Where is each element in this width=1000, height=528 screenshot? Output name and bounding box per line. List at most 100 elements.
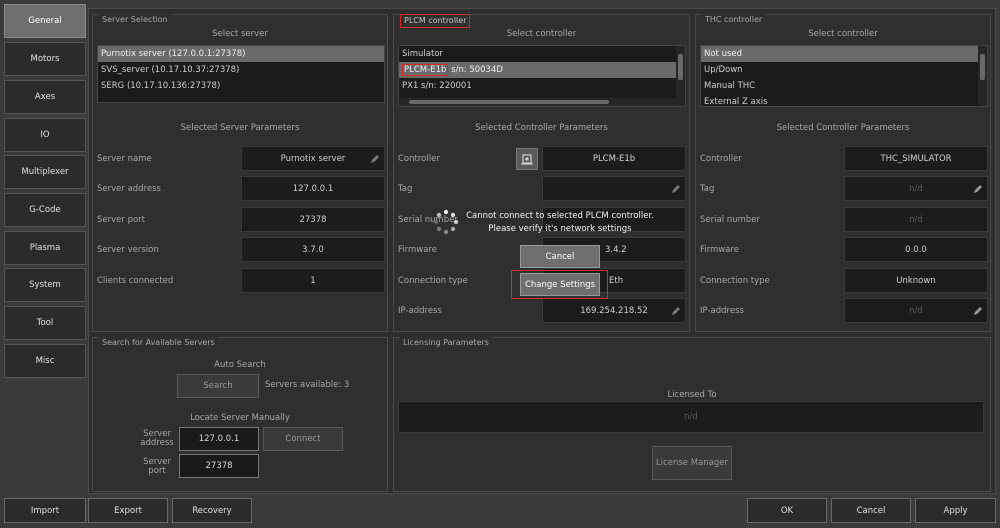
server-name-field[interactable]: Purnotix server (241, 146, 385, 171)
list-item[interactable]: Purnotix server (127.0.0.1:27378) (98, 46, 384, 62)
param-label: Connection type (398, 276, 468, 286)
list-item[interactable]: SVS_server (10.17.10.37:27378) (98, 62, 384, 78)
license-manager-button[interactable]: License Manager (652, 446, 732, 480)
search-servers-panel: Search for Available Servers Auto Search… (92, 337, 388, 492)
server-port-field: 27378 (241, 207, 385, 232)
sidebar-item-motors[interactable]: Motors (4, 42, 86, 76)
panel-title: THC controller (702, 14, 766, 26)
connect-button[interactable]: Connect (263, 427, 343, 451)
sidebar-item-misc[interactable]: Misc (4, 344, 86, 378)
scrollbar-thumb[interactable] (980, 54, 985, 80)
sidebar-item-io[interactable]: IO (4, 118, 86, 152)
list-item[interactable]: External Z axis (701, 94, 987, 106)
scrollbar-thumb[interactable] (409, 100, 609, 104)
dialog-message-line2: Please verify it's network settings (488, 224, 632, 234)
field-value: Eth (609, 275, 624, 286)
sidebar-item-system[interactable]: System (4, 268, 86, 302)
thc-controller-list[interactable]: Not used Up/Down Manual THC External Z a… (700, 45, 988, 107)
server-name-row: Server name Purnotix server (93, 146, 387, 172)
thc-params-title: Selected Controller Parameters (776, 123, 910, 133)
sidebar-item-tool[interactable]: Tool (4, 306, 86, 340)
change-settings-button[interactable]: Change Settings (520, 273, 600, 296)
export-button[interactable]: Export (88, 498, 168, 523)
chip-icon (521, 154, 533, 165)
param-label: Server port (97, 215, 145, 225)
field-value: 1 (310, 275, 316, 286)
tag-field[interactable] (542, 176, 686, 201)
sidebar-item-axes[interactable]: Axes (4, 80, 86, 114)
import-button[interactable]: Import (4, 498, 86, 523)
field-value: Purnotix server (280, 153, 346, 164)
server-port-input[interactable]: 27378 (179, 454, 259, 478)
server-address-field: 127.0.0.1 (241, 176, 385, 201)
field-value: n/d (909, 183, 923, 194)
recovery-button[interactable]: Recovery (172, 498, 252, 523)
pencil-icon[interactable] (671, 306, 681, 316)
server-address-label: Server address (140, 429, 174, 448)
settings-window: General Motors Axes IO Multiplexer G-Cod… (0, 0, 1000, 528)
scrollbar-thumb[interactable] (678, 54, 683, 80)
thc-tag-field[interactable]: n/d (844, 176, 988, 201)
field-value: Unknown (896, 275, 936, 286)
param-label: IP-address (700, 306, 744, 316)
param-label: Firmware (700, 245, 739, 255)
apply-button[interactable]: Apply (915, 498, 996, 523)
param-label: Serial number (700, 215, 760, 225)
panel-title: Licensing Parameters (400, 337, 492, 349)
pencil-icon[interactable] (671, 184, 681, 194)
controller-config-button[interactable] (516, 148, 538, 170)
list-item[interactable]: SERG (10.17.10.136:27378) (98, 78, 384, 94)
controller-row: Controller PLCM-E1b (394, 146, 689, 172)
vertical-scrollbar[interactable] (676, 46, 685, 106)
sidebar-item-label: Axes (34, 92, 56, 102)
list-item[interactable]: Up/Down (701, 62, 987, 78)
list-item-plcm[interactable]: PLCM-E1b s/n: 50034D (399, 62, 685, 78)
thc-firmware-row: Firmware 0.0.0 (696, 237, 990, 263)
controller-params-title: Selected Controller Parameters (475, 123, 608, 133)
list-item[interactable]: Not used (701, 46, 987, 62)
sidebar-item-multiplexer[interactable]: Multiplexer (4, 155, 86, 189)
param-label: Tag (700, 184, 715, 194)
sidebar-item-label: System (29, 280, 61, 290)
select-server-label: Select server (212, 29, 268, 39)
field-value: 127.0.0.1 (198, 434, 240, 444)
pencil-icon[interactable] (973, 306, 983, 316)
field-value: THC_SIMULATOR (880, 153, 952, 164)
server-port-label: Server port (143, 457, 171, 476)
plcm-controller-list[interactable]: Simulator PLCM-E1b s/n: 50034D PX1 s/n: … (398, 45, 686, 107)
horizontal-scrollbar[interactable] (399, 98, 685, 106)
server-params-title: Selected Server Parameters (180, 123, 300, 133)
cancel-button[interactable]: Cancel (831, 498, 911, 523)
thc-ip-field[interactable]: n/d (844, 298, 988, 323)
server-version-row: Server version 3.7.0 (93, 237, 387, 263)
list-item[interactable]: Manual THC (701, 78, 987, 94)
ok-button[interactable]: OK (747, 498, 827, 523)
clients-connected-row: Clients connected 1 (93, 268, 387, 294)
server-address-input[interactable]: 127.0.0.1 (179, 427, 259, 451)
licensed-to-label: Licensed To (667, 390, 717, 400)
sidebar-item-label: General (28, 16, 62, 26)
clients-connected-field: 1 (241, 268, 385, 293)
ip-address-field[interactable]: 169.254.218.52 (542, 298, 686, 323)
param-label: Firmware (398, 245, 437, 255)
list-item[interactable]: PX1 s/n: 220001 (399, 78, 685, 94)
server-selection-panel: Server Selection Select server Purnotix … (92, 14, 388, 332)
list-item[interactable]: Simulator (399, 46, 685, 62)
pencil-icon[interactable] (370, 154, 380, 164)
field-value: 169.254.218.52 (580, 305, 648, 316)
pencil-icon[interactable] (973, 184, 983, 194)
thc-controller-panel: THC controller Select controller Not use… (695, 14, 991, 332)
param-label: Server address (97, 184, 161, 194)
dialog-cancel-button[interactable]: Cancel (520, 245, 600, 268)
param-label: Clients connected (97, 276, 174, 286)
dialog-message-line1: Cannot connect to selected PLCM controll… (466, 211, 654, 221)
vertical-scrollbar[interactable] (978, 46, 987, 106)
search-button[interactable]: Search (177, 374, 259, 398)
sidebar-item-label: Motors (30, 54, 60, 64)
param-label: Controller (700, 154, 742, 164)
server-list[interactable]: Purnotix server (127.0.0.1:27378) SVS_se… (97, 45, 385, 103)
sidebar-item-plasma[interactable]: Plasma (4, 231, 86, 265)
sidebar-item-gcode[interactable]: G-Code (4, 193, 86, 227)
sidebar-item-general[interactable]: General (4, 4, 86, 38)
thc-controller-row: Controller THC_SIMULATOR (696, 146, 990, 172)
